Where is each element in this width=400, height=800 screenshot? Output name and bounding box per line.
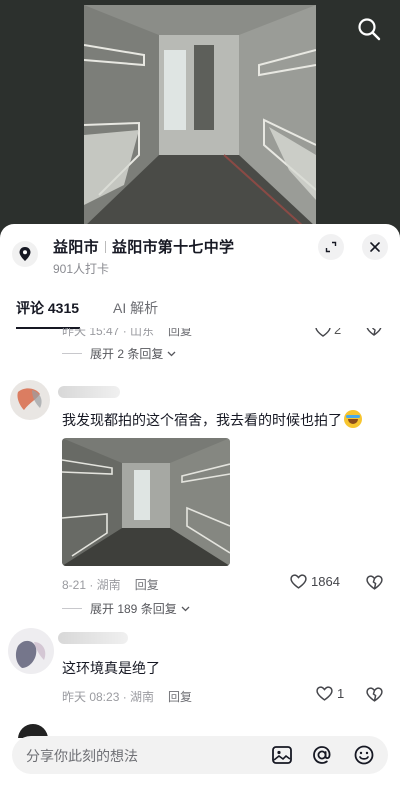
emoji-icon[interactable] [353, 744, 375, 766]
comment-text-content: 我发现都拍的这个宿舍，我去看的时候也拍了 [62, 412, 342, 428]
broken-heart-icon[interactable] [366, 328, 382, 336]
avatar[interactable] [10, 380, 50, 420]
prev-comment-meta: 昨天 15:47 · 山东 回复 [62, 328, 192, 339]
comment-meta: 昨天 08:23 · 湖南 回复 [62, 688, 192, 705]
tab-comments-count: 4315 [47, 300, 80, 316]
search-icon[interactable] [356, 16, 382, 42]
location-city: 益阳市 [53, 239, 99, 256]
image-icon[interactable] [271, 744, 293, 766]
like-button[interactable]: 1 [316, 686, 344, 701]
like-button[interactable]: 2 [315, 328, 341, 337]
like-count: 2 [334, 328, 342, 337]
comment-text: 我发现都拍的这个宿舍，我去看的时候也拍了 [62, 410, 362, 430]
close-icon[interactable] [362, 234, 388, 260]
reply-button[interactable]: 回复 [135, 578, 159, 592]
location-pin-icon [12, 241, 38, 267]
expand-replies-label: 展开 2 条回复 [90, 347, 164, 361]
reply-button[interactable]: 回复 [168, 690, 192, 704]
location-title[interactable]: 益阳市 益阳市第十七中学 [53, 236, 234, 257]
location-header[interactable]: 益阳市 益阳市第十七中学 901人打卡 [0, 224, 400, 288]
checkin-count: 901人打卡 [53, 262, 110, 276]
expand-replies-button[interactable]: 展开 189 条回复 [62, 600, 190, 617]
like-count: 1864 [311, 574, 340, 589]
dorm-photo[interactable] [84, 5, 316, 227]
avatar[interactable] [8, 628, 54, 674]
comment-list: 昨天 15:47 · 山东 回复 2 展开 2 条回复 我发现都拍的这个宿舍，我… [0, 328, 400, 738]
comment-input[interactable]: 分享你此刻的想法 [12, 736, 388, 774]
tab-ai-analysis[interactable]: AI 解析 [113, 298, 158, 318]
expand-replies-label: 展开 189 条回复 [90, 602, 177, 616]
comment-date: 昨天 08:23 · 湖南 [62, 690, 155, 704]
username-blurred[interactable] [58, 632, 128, 644]
username-blurred[interactable] [58, 386, 120, 398]
chevron-down-icon [181, 606, 190, 611]
expand-replies-button[interactable]: 展开 2 条回复 [62, 345, 176, 362]
tab-comments[interactable]: 评论 4315 [16, 298, 79, 318]
comment-text: 这环境真是绝了 [62, 660, 160, 676]
laugh-cry-emoji-icon [344, 410, 362, 428]
heart-icon [316, 686, 333, 701]
thread-line [62, 608, 82, 609]
at-icon[interactable] [311, 744, 333, 766]
broken-heart-icon[interactable] [366, 687, 383, 702]
like-count: 1 [337, 686, 345, 701]
like-button[interactable]: 1864 [290, 574, 340, 589]
reply-button[interactable]: 回复 [168, 328, 192, 338]
expand-icon[interactable] [318, 234, 344, 260]
heart-icon [315, 328, 331, 337]
comment-date: 8-21 · 湖南 [62, 578, 121, 592]
comment-sheet: 益阳市 益阳市第十七中学 901人打卡 评论 4315 AI 解析 昨天 15:4… [0, 224, 400, 800]
comment-image[interactable] [62, 438, 230, 566]
thread-line [62, 353, 82, 354]
post-photo-area [0, 0, 400, 232]
heart-icon [290, 574, 307, 589]
comment-meta: 8-21 · 湖南 回复 [62, 576, 159, 593]
title-divider [104, 241, 106, 253]
tab-comments-label: 评论 [16, 300, 44, 316]
location-place: 益阳市第十七中学 [111, 239, 235, 256]
tab-bar: 评论 4315 AI 解析 [0, 294, 400, 330]
broken-heart-icon[interactable] [366, 575, 383, 590]
comment-input-placeholder: 分享你此刻的想法 [26, 748, 138, 764]
prev-comment-date: 昨天 15:47 · 山东 [62, 328, 155, 338]
chevron-down-icon [167, 351, 176, 356]
